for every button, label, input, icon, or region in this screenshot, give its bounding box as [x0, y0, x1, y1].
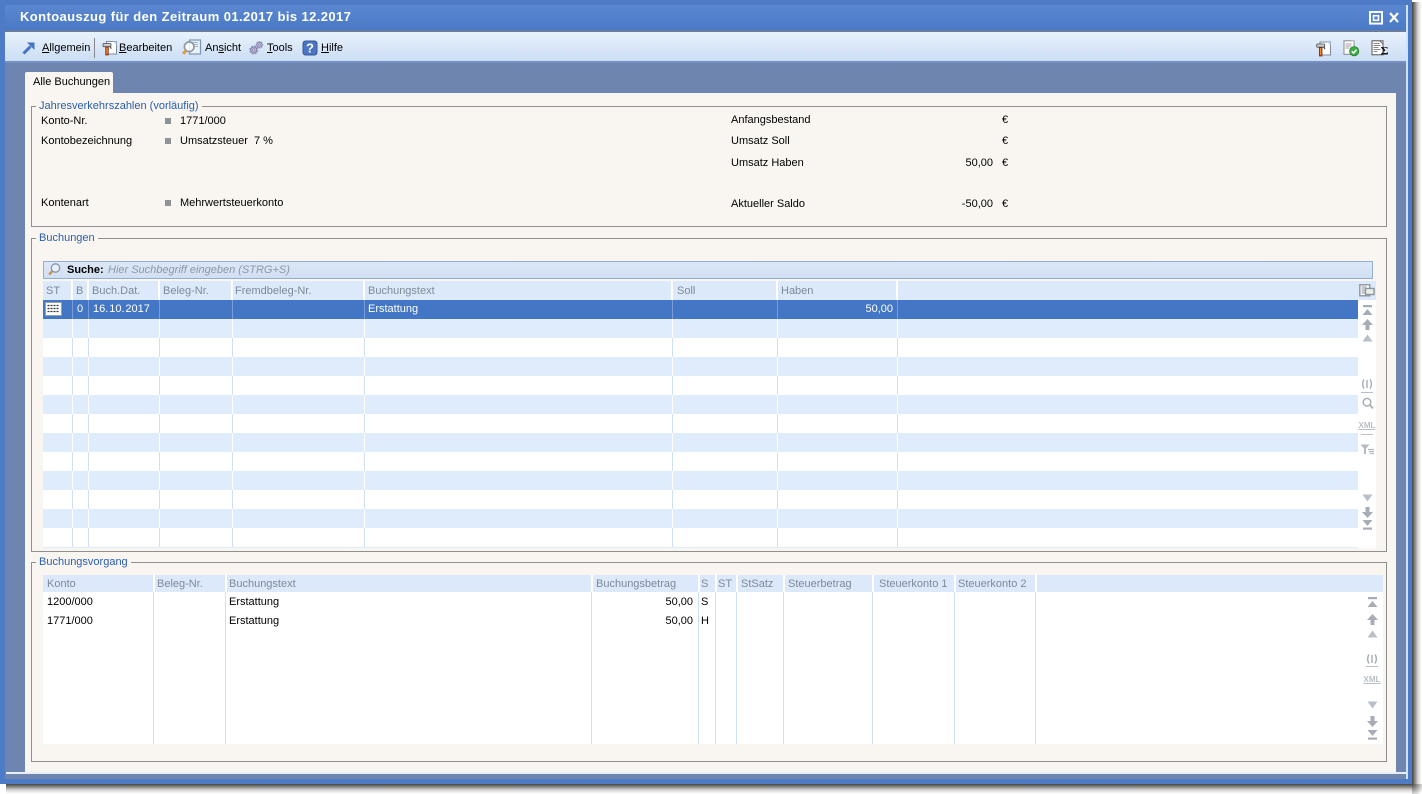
svg-text:Σ: Σ: [1381, 44, 1389, 58]
svg-text:?: ?: [306, 41, 314, 56]
